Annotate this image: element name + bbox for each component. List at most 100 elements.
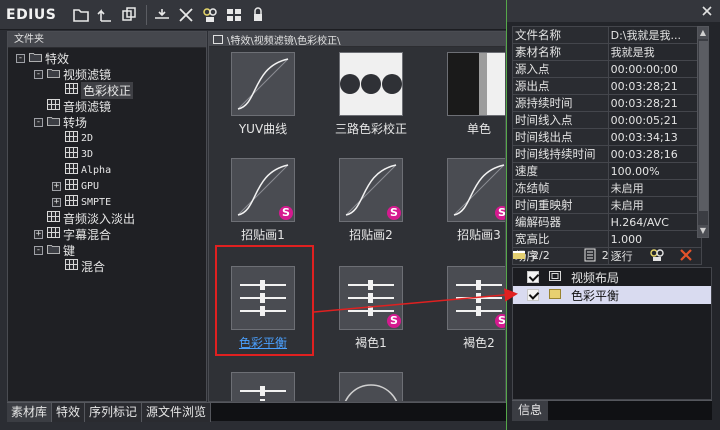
- effect-layer-label: 视频布局: [571, 270, 620, 285]
- collapse-icon[interactable]: -: [34, 69, 43, 79]
- tree-item[interactable]: -键: [8, 242, 206, 258]
- tree-item-label: 色彩校正: [81, 81, 134, 99]
- lock-icon[interactable]: [247, 4, 269, 26]
- property-row: 时间线持续时间 00:03:28;16: [512, 145, 703, 163]
- tree-item[interactable]: 音频滤镜: [8, 98, 206, 114]
- tree-item[interactable]: 音频淡入淡出: [8, 210, 206, 226]
- expand-icon[interactable]: +: [52, 197, 61, 207]
- tab-3[interactable]: 源文件浏览: [142, 403, 212, 422]
- preset-badge-icon: S: [495, 314, 505, 328]
- effect-item[interactable]: S 褐色2: [439, 266, 505, 351]
- enable-checkbox[interactable]: [527, 289, 539, 301]
- effect-item[interactable]: S 招贴画2: [331, 158, 411, 243]
- preset-badge-icon: S: [495, 206, 505, 220]
- effect-label: 招贴画3: [457, 228, 501, 242]
- tab-info[interactable]: 信息: [512, 401, 549, 421]
- preset-badge-icon: S: [387, 206, 401, 220]
- tree-item[interactable]: 3D: [8, 146, 206, 162]
- folder-icon: [47, 115, 63, 129]
- property-row: 编解码器 H.264/AVC: [512, 213, 703, 231]
- tree-item[interactable]: - 特效: [8, 50, 206, 66]
- expand-icon[interactable]: +: [34, 229, 43, 239]
- effect-layer-item[interactable]: 视频布局: [513, 268, 711, 286]
- properties-icon[interactable]: [199, 4, 221, 26]
- property-value: D:\我就是我...: [607, 26, 703, 44]
- effect-thumbnail-icon[interactable]: S: [339, 266, 403, 330]
- effect-thumbnail-icon[interactable]: [339, 372, 403, 401]
- effect-thumbnail-icon[interactable]: S: [447, 158, 505, 222]
- enable-checkbox[interactable]: [527, 271, 539, 283]
- property-row: 源出点 00:03:28;21: [512, 77, 703, 95]
- effect-item[interactable]: [223, 372, 303, 401]
- import-icon[interactable]: [151, 4, 173, 26]
- scroll-thumb[interactable]: [699, 41, 708, 211]
- effect-label: 招贴画1: [241, 228, 285, 242]
- effect-thumbnail-icon[interactable]: S: [339, 158, 403, 222]
- collapse-icon[interactable]: -: [16, 53, 25, 63]
- effect-thumbnail-icon[interactable]: [339, 52, 403, 116]
- property-value: 未启用: [607, 179, 703, 197]
- info-tab-bar: 信息: [512, 400, 712, 421]
- effect-item[interactable]: YUV曲线: [223, 52, 303, 137]
- collapse-icon[interactable]: -: [34, 245, 43, 255]
- expand-icon[interactable]: +: [52, 181, 61, 191]
- property-key: 源持续时间: [512, 94, 609, 112]
- main-toolbar: EDIUS: [0, 0, 506, 30]
- tree-item[interactable]: + 字幕混合: [8, 226, 206, 242]
- tree-item[interactable]: + SMPTE: [8, 194, 206, 210]
- tree-item-label: Alpha: [81, 164, 112, 176]
- effect-item[interactable]: 三路色彩校正: [331, 52, 411, 137]
- effect-thumbnail-icon[interactable]: [231, 372, 295, 401]
- tree-item[interactable]: 2D: [8, 130, 206, 146]
- effect-item[interactable]: [331, 372, 411, 401]
- properties-scrollbar[interactable]: ▲ ▼: [697, 26, 709, 238]
- effect-folder-icon: [65, 259, 81, 273]
- tree-item[interactable]: 色彩校正: [8, 81, 206, 99]
- collapse-icon[interactable]: -: [34, 117, 43, 127]
- preset-badge-icon: S: [279, 206, 293, 220]
- delete-icon[interactable]: [175, 4, 197, 26]
- effect-thumbnail-icon[interactable]: [231, 52, 295, 116]
- effect-thumbnail-icon[interactable]: S: [231, 158, 295, 222]
- property-row: 文件名称 D:\我就是我...: [512, 26, 703, 44]
- toolbar-separator: [146, 4, 148, 25]
- effect-item[interactable]: S 褐色1: [331, 266, 411, 351]
- view-mode-icon[interactable]: [223, 4, 245, 26]
- folder-icon: [213, 34, 223, 44]
- tree-item[interactable]: - 转场: [8, 114, 206, 130]
- tree-item[interactable]: 混合: [8, 258, 206, 274]
- property-key: 源出点: [512, 77, 609, 95]
- effect-folder-icon: [65, 131, 81, 145]
- effect-thumbnail-icon[interactable]: S: [447, 266, 505, 330]
- tree-item[interactable]: - 视频滤镜: [8, 66, 206, 82]
- up-folder-icon[interactable]: [94, 4, 116, 26]
- folder-tree: - 特效 - 视频滤镜 色彩校正 音频滤镜 - 转场 2D 3D Alpha + GPU + SMPTE 音频…: [8, 48, 206, 274]
- tree-item[interactable]: Alpha: [8, 162, 206, 178]
- effect-settings-icon[interactable]: [649, 248, 665, 262]
- property-row: 时间线出点 00:03:34;13: [512, 128, 703, 146]
- close-icon[interactable]: [700, 4, 714, 18]
- folder-icon: [47, 211, 63, 225]
- scroll-up-icon[interactable]: ▲: [698, 27, 708, 39]
- new-folder-icon[interactable]: [70, 4, 92, 26]
- effect-item[interactable]: S 招贴画3: [439, 158, 505, 243]
- effect-layer-list: 视频布局 色彩平衡: [512, 267, 712, 400]
- effect-layer-item[interactable]: 色彩平衡: [513, 286, 711, 304]
- copy-icon[interactable]: [118, 4, 140, 26]
- tab-2[interactable]: 序列标记: [85, 403, 143, 422]
- effect-item[interactable]: 单色: [439, 52, 505, 137]
- delete-effect-icon[interactable]: [679, 248, 693, 262]
- folder-icon: [47, 243, 63, 257]
- layers-icon: [513, 251, 525, 259]
- tree-item[interactable]: + GPU: [8, 178, 206, 194]
- effect-folder-icon: [65, 163, 81, 177]
- tab-1[interactable]: 特效: [52, 403, 86, 422]
- effect-item[interactable]: S 招贴画1: [223, 158, 303, 243]
- property-key: 时间线出点: [512, 128, 609, 146]
- tree-item-label: 特效: [45, 51, 70, 66]
- effect-thumbnail-icon[interactable]: [447, 52, 505, 116]
- tab-0[interactable]: 素材库: [7, 403, 53, 422]
- folder-icon: [29, 51, 45, 65]
- effect-label: 褐色2: [463, 336, 495, 350]
- scroll-down-icon[interactable]: ▼: [698, 225, 708, 237]
